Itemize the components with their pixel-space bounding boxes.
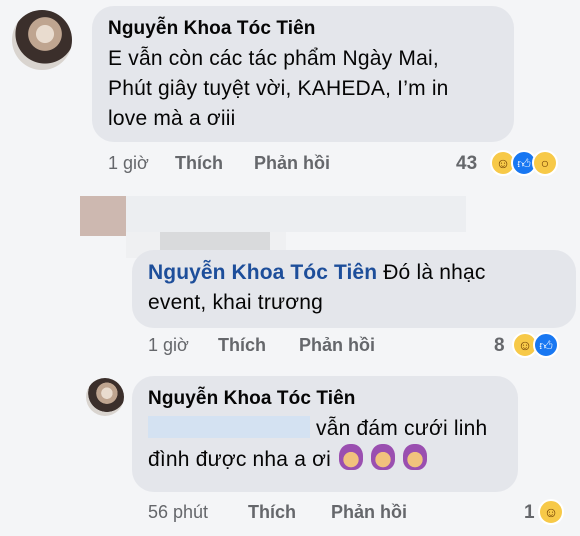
reaction-count[interactable]: 43 — [456, 153, 477, 175]
like-button[interactable]: Thích — [248, 502, 296, 523]
comment-text: vẫn đám cưới linh — [316, 417, 488, 440]
comment-text-line: Phút giây tuyệt vời, KAHEDA, I’m in — [108, 77, 449, 100]
comment-bubble: Nguyễn Khoa Tóc Tiên E vẫn còn các tác p… — [92, 6, 514, 142]
comment-author[interactable]: Nguyễn Khoa Tóc Tiên — [148, 388, 502, 410]
person-emoji-icon — [339, 444, 364, 470]
person-emoji-icon — [371, 444, 396, 470]
comment-author[interactable]: Nguyễn Khoa Tóc Tiên — [108, 18, 498, 40]
comment-bubble: Nguyễn Khoa Tóc Tiên Đó là nhạc event, k… — [132, 250, 576, 328]
blurred-avatar — [80, 196, 126, 236]
tagged-user-link[interactable]: Nguyễn Khoa Tóc Tiên — [148, 261, 377, 284]
blurred-name — [126, 196, 466, 232]
like-button[interactable]: Thích — [175, 153, 223, 174]
comment-time[interactable]: 1 giờ — [148, 335, 189, 356]
reaction-icons[interactable]: ☺ 👍︎ ○ — [490, 150, 558, 176]
blurred-tag — [148, 416, 310, 438]
comment-time[interactable]: 1 giờ — [108, 153, 149, 174]
haha-icon: ☺ — [538, 499, 564, 525]
comment-bubble: Nguyễn Khoa Tóc Tiên vẫn đám cưới linh đ… — [132, 376, 518, 492]
comment-text-line: E vẫn còn các tác phẩm Ngày Mai, — [108, 47, 439, 70]
wow-icon: ○ — [532, 150, 558, 176]
comment-text: đình được nha a ơi — [148, 448, 331, 471]
like-button[interactable]: Thích — [218, 335, 266, 356]
comment-time[interactable]: 56 phút — [148, 502, 208, 523]
person-emoji-icon — [403, 444, 428, 470]
reply-button[interactable]: Phản hồi — [331, 502, 407, 523]
reply-button[interactable]: Phản hồi — [254, 153, 330, 174]
like-icon: 👍︎ — [533, 332, 559, 358]
reaction-icons[interactable]: ☺ 👍︎ — [512, 332, 559, 358]
comment-text-line: event, khai trương — [148, 291, 324, 314]
reaction-count[interactable]: 1 — [524, 502, 535, 524]
comment-text: Đó là nhạc — [383, 261, 486, 284]
avatar[interactable] — [12, 10, 72, 70]
reply-button[interactable]: Phản hồi — [299, 335, 375, 356]
comment-text-line: love mà a ơiii — [108, 107, 236, 130]
reaction-icons[interactable]: ☺ — [538, 499, 564, 525]
avatar[interactable] — [86, 378, 124, 416]
reaction-count[interactable]: 8 — [494, 335, 505, 357]
